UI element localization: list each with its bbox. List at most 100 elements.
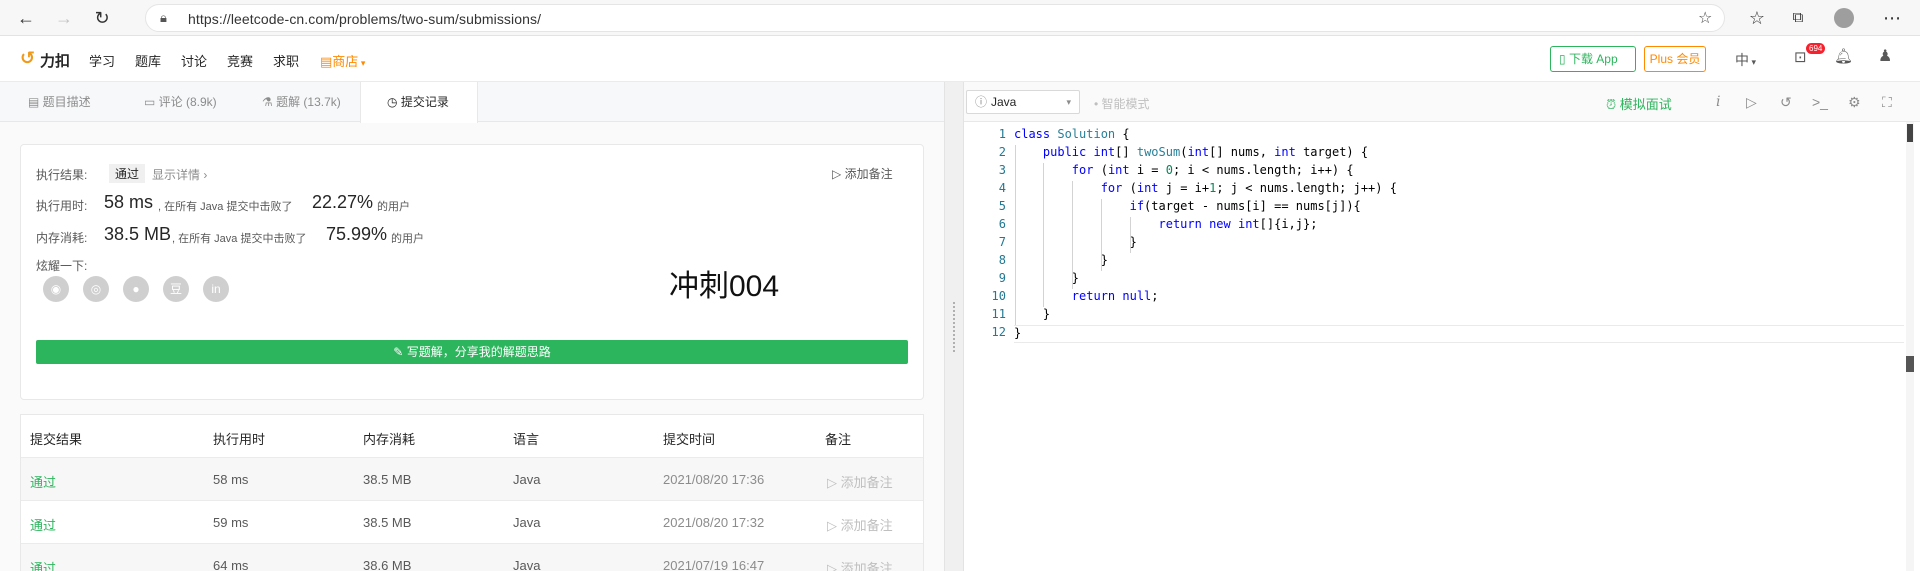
line-number: 4 bbox=[998, 181, 1006, 195]
drag-handle-icon[interactable] bbox=[953, 302, 956, 352]
clock-icon: ◷ bbox=[387, 95, 401, 109]
plus-member-button[interactable]: Plus 会员 bbox=[1644, 46, 1706, 72]
line-number: 2 bbox=[998, 145, 1006, 159]
memory-beats-text: , 在所有 Java 提交中击败了 bbox=[172, 233, 307, 245]
table-row[interactable]: 通过 58 ms 38.5 MB Java 2021/08/20 17:36 ▷… bbox=[21, 457, 923, 500]
code-line: } bbox=[1014, 271, 1080, 285]
tab-comments[interactable]: ▭ 评论 (8.9k) bbox=[116, 82, 234, 122]
add-note-button[interactable]: ▷ 添加备注 bbox=[832, 165, 893, 182]
language-select[interactable]: ⓘ Java ▾ bbox=[966, 90, 1080, 114]
tab-solutions[interactable]: ⚗ 题解 (13.7k) bbox=[234, 82, 360, 122]
info-italic-icon[interactable]: i bbox=[1716, 94, 1720, 110]
nav-learn[interactable]: 学习 bbox=[89, 51, 115, 70]
memory-cell: 38.5 MB bbox=[363, 515, 412, 530]
wechat-icon[interactable]: ◉ bbox=[43, 276, 69, 302]
back-icon[interactable]: ← bbox=[14, 6, 38, 30]
tab-submissions[interactable]: ◷ 提交记录 bbox=[360, 82, 478, 123]
store-icon: ▤ bbox=[320, 54, 333, 69]
favorites-icon[interactable]: ☆ bbox=[1745, 6, 1769, 30]
coins-icon[interactable]: ⊡ bbox=[1794, 48, 1807, 66]
user-avatar-icon[interactable]: ♟ bbox=[1878, 46, 1892, 66]
nav-store[interactable]: ▤商店 ▾ bbox=[320, 51, 365, 70]
site-header: ↺ 力扣 学习 题库 讨论 竞赛 求职 ▤商店 ▾ ▯ 下载 App Plus … bbox=[0, 36, 1920, 82]
result-cell[interactable]: 通过 bbox=[30, 558, 56, 571]
mock-interview-label: 模拟面试 bbox=[1619, 97, 1672, 112]
line-number: 9 bbox=[998, 271, 1006, 285]
language-switch[interactable]: 中 ▾ bbox=[1735, 50, 1756, 70]
weibo-icon[interactable]: ◎ bbox=[83, 276, 109, 302]
show-details-link[interactable]: 显示详情 › bbox=[152, 166, 207, 183]
logo-text[interactable]: 力扣 bbox=[40, 50, 70, 71]
memory-value: 38.5 MB bbox=[104, 224, 172, 244]
add-note-button[interactable]: ▷ 添加备注 bbox=[827, 558, 893, 571]
nav-discuss[interactable]: 讨论 bbox=[181, 51, 207, 70]
bell-icon[interactable]: 🔔︎ bbox=[1834, 47, 1853, 65]
line-number: 12 bbox=[991, 325, 1006, 339]
submission-result-card: 执行结果: 通过 显示详情 › ▷ 添加备注 执行用时: 58 ms , 在所有… bbox=[20, 144, 924, 400]
pane-splitter[interactable] bbox=[944, 82, 964, 571]
more-menu-icon[interactable]: ⋯ bbox=[1880, 6, 1904, 30]
favorite-star-icon[interactable]: ☆ bbox=[1698, 8, 1712, 28]
scrollbar-thumb[interactable] bbox=[1907, 124, 1913, 142]
qq-icon[interactable]: ● bbox=[123, 276, 149, 302]
table-row[interactable]: 通过 64 ms 38.6 MB Java 2021/07/19 16:47 ▷… bbox=[21, 543, 923, 571]
reset-icon[interactable]: ↺ bbox=[1780, 94, 1792, 111]
nav-problems[interactable]: 题库 bbox=[135, 51, 161, 70]
result-cell[interactable]: 通过 bbox=[30, 515, 56, 534]
submit-time-cell: 2021/07/19 16:47 bbox=[663, 558, 765, 571]
fullscreen-icon[interactable]: ⛶ bbox=[1882, 94, 1892, 111]
memory-percent: 75.99% bbox=[326, 224, 388, 244]
store-label: 商店 bbox=[332, 54, 359, 69]
line-number: 1 bbox=[998, 127, 1006, 141]
column-header: 执行用时 bbox=[213, 432, 266, 447]
code-line: public int[] twoSum(int[] nums, int targ… bbox=[1042, 145, 1369, 159]
info-icon: ⓘ bbox=[975, 95, 988, 109]
linkedin-icon[interactable]: in bbox=[203, 276, 229, 302]
reload-icon[interactable]: ↻ bbox=[90, 6, 114, 30]
language-cell: Java bbox=[513, 515, 541, 530]
tab-label: 提交记录 bbox=[400, 95, 449, 109]
leetcode-logo-icon[interactable]: ↺ bbox=[20, 48, 35, 69]
overlay-text: 冲刺004 bbox=[669, 270, 780, 303]
console-icon[interactable]: >_ bbox=[1812, 94, 1828, 110]
tab-label: 评论 (8.9k) bbox=[158, 95, 217, 109]
add-note-button[interactable]: ▷ 添加备注 bbox=[827, 472, 893, 491]
tab-description[interactable]: ▤ 题目描述 bbox=[0, 82, 116, 122]
nav-contest[interactable]: 竞赛 bbox=[227, 51, 253, 70]
runtime-cell: 64 ms bbox=[213, 558, 249, 571]
code-line-current: } bbox=[1014, 325, 1904, 343]
nav-jobs[interactable]: 求职 bbox=[273, 51, 299, 70]
code-line: } bbox=[1014, 253, 1108, 267]
mock-interview-button[interactable]: ⏰︎ 模拟面试 bbox=[1606, 94, 1672, 113]
smart-mode-toggle[interactable]: • 智能模式 bbox=[1094, 95, 1150, 112]
result-cell[interactable]: 通过 bbox=[30, 472, 56, 491]
settings-gear-icon[interactable]: ⚙ bbox=[1848, 94, 1861, 111]
line-number: 8 bbox=[998, 253, 1006, 267]
add-note-button[interactable]: ▷ 添加备注 bbox=[827, 515, 893, 534]
runtime-percent: 22.27% bbox=[312, 192, 374, 212]
editor-scrollbar[interactable] bbox=[1906, 122, 1914, 571]
runtime-cell: 58 ms bbox=[213, 472, 249, 487]
forward-icon[interactable]: → bbox=[52, 6, 76, 30]
download-app-button[interactable]: ▯ 下载 App bbox=[1550, 46, 1636, 72]
status-badge: 通过 bbox=[109, 164, 146, 183]
collections-icon[interactable]: ⧉ bbox=[1786, 6, 1810, 30]
language-value: Java bbox=[991, 95, 1017, 109]
note-label: 添加备注 bbox=[840, 475, 893, 490]
line-number: 5 bbox=[998, 199, 1006, 213]
profile-avatar[interactable] bbox=[1834, 8, 1854, 28]
table-row[interactable]: 通过 59 ms 38.5 MB Java 2021/08/20 17:32 ▷… bbox=[21, 500, 923, 543]
column-header: 提交结果 bbox=[30, 432, 83, 447]
note-label: 添加备注 bbox=[840, 518, 893, 533]
smart-mode-label: 智能模式 bbox=[1101, 97, 1150, 111]
douban-icon[interactable]: 豆 bbox=[163, 276, 189, 302]
tab-label: 题解 (13.7k) bbox=[276, 95, 341, 109]
memory-users-label: 的用户 bbox=[391, 233, 424, 245]
column-header: 语言 bbox=[513, 432, 540, 447]
write-solution-button[interactable]: ✎ 写题解，分享我的解题思路 bbox=[36, 340, 908, 364]
comment-icon: ▭ bbox=[144, 95, 159, 109]
submissions-table: 提交结果 执行用时 内存消耗 语言 提交时间 备注 通过 58 ms 38.5 … bbox=[20, 414, 924, 571]
play-icon[interactable]: ▷ bbox=[1746, 94, 1757, 111]
address-bar[interactable]: 🔒︎ https://leetcode-cn.com/problems/two-… bbox=[145, 4, 1725, 32]
tab-label: 题目描述 bbox=[42, 95, 91, 109]
